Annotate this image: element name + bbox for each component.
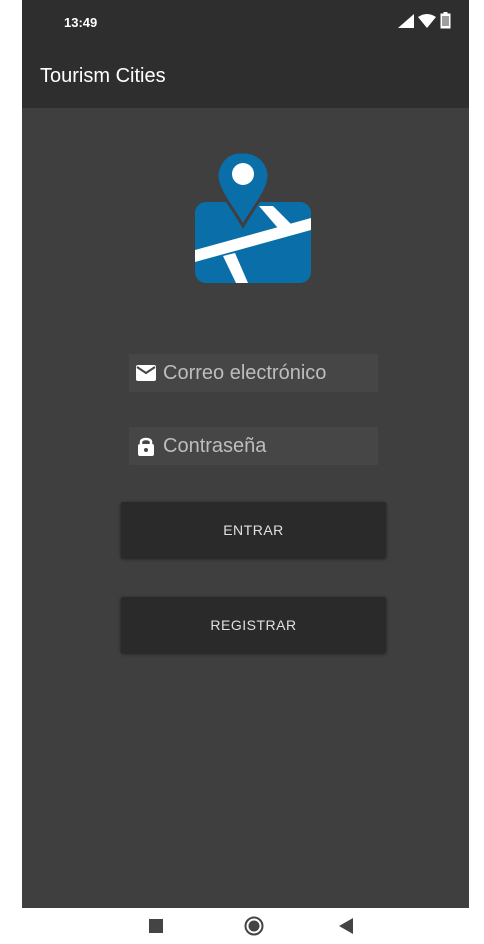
status-time: 13:49	[64, 15, 98, 30]
password-input[interactable]	[163, 434, 363, 458]
register-button[interactable]: REGISTRAR	[121, 597, 386, 653]
app-bar: Tourism Cities	[22, 48, 469, 108]
email-icon	[135, 362, 157, 384]
status-icons	[398, 12, 451, 34]
email-input[interactable]	[163, 361, 363, 385]
email-field[interactable]	[129, 354, 378, 392]
recents-icon[interactable]	[142, 912, 170, 940]
navigation-bar	[0, 908, 484, 944]
lock-icon	[135, 435, 157, 457]
status-bar: 13:49	[22, 0, 469, 48]
wifi-icon	[418, 13, 436, 33]
app-screen: 13:49 Tourism Cities Correo electrónico …	[22, 0, 469, 908]
battery-icon	[440, 12, 451, 34]
app-title: Tourism Cities	[40, 65, 166, 87]
back-icon[interactable]	[332, 912, 360, 940]
password-field[interactable]	[129, 427, 378, 465]
map-pin-icon	[193, 150, 313, 286]
login-button[interactable]: ENTRAR	[121, 502, 386, 558]
signal-icon	[398, 13, 414, 33]
home-icon[interactable]	[240, 912, 268, 940]
